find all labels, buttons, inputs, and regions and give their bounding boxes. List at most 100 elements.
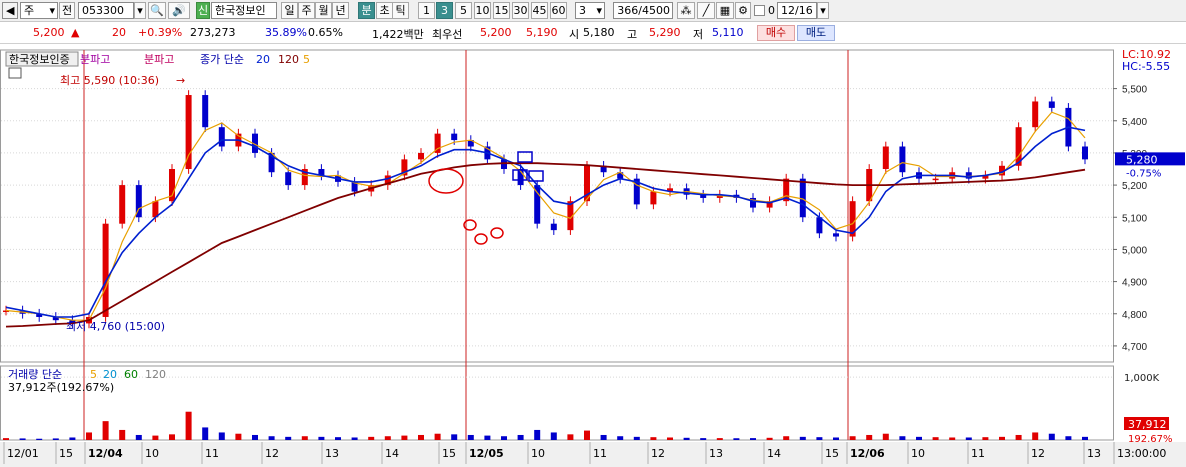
period-tab-3[interactable]: 년 xyxy=(332,2,349,19)
period-tab-0[interactable]: 일 xyxy=(281,2,298,19)
volume-bar xyxy=(19,438,26,440)
trade-volume: 273,273 xyxy=(190,26,236,39)
interval-tab-45[interactable]: 45 xyxy=(531,2,548,19)
checkbox-label: 0 xyxy=(768,4,775,17)
market-select[interactable]: 주 ▾ xyxy=(20,2,58,19)
volume-bar xyxy=(584,430,590,440)
volume-bar xyxy=(119,429,126,440)
legend-indicator-2: 분파고 xyxy=(144,53,174,66)
save-icon[interactable]: ▦ xyxy=(716,2,734,19)
priority-label: 최우선 xyxy=(432,28,463,41)
custom-interval-select[interactable]: 3 ▾ xyxy=(575,2,605,19)
volume-bar xyxy=(617,436,624,440)
volume-bar xyxy=(750,438,756,440)
drawing-tool-icon[interactable]: ╱ xyxy=(697,2,715,19)
volume-bar xyxy=(783,436,790,440)
x-axis-label: 10 xyxy=(911,447,925,460)
period-tab-2[interactable]: 월 xyxy=(315,2,332,19)
volume-bar xyxy=(600,434,607,440)
volume-bar xyxy=(550,432,557,440)
volume-bar xyxy=(152,435,159,440)
bid-price: 5,190 xyxy=(526,26,558,39)
date-input[interactable]: 12/16 xyxy=(777,2,817,19)
current-volume-label: 37,912 xyxy=(1128,418,1167,431)
interval-tab-1[interactable]: 1 xyxy=(418,2,435,19)
x-axis-label: 11 xyxy=(971,447,985,460)
prev-button[interactable]: 전 xyxy=(59,2,75,19)
sell-button[interactable]: 매도 xyxy=(797,25,835,41)
legend-indicator-1: 분파고 xyxy=(80,53,110,66)
x-axis-label: 11 xyxy=(205,447,219,460)
volume-bar xyxy=(52,438,59,440)
volume-bar xyxy=(69,437,76,440)
candle-body xyxy=(451,133,458,141)
interval-tab-10[interactable]: 10 xyxy=(474,2,491,19)
x-axis-label: 13:00:00 xyxy=(1117,447,1166,460)
volume-bar xyxy=(882,433,889,440)
volume-bar xyxy=(999,436,1005,440)
price-change-pct: +0.39% xyxy=(138,26,183,39)
date-checkbox[interactable] xyxy=(754,5,765,16)
volume-bar xyxy=(965,437,972,440)
interval-tab-30[interactable]: 30 xyxy=(512,2,529,19)
candle-body xyxy=(418,152,424,160)
volume-bar xyxy=(434,433,441,440)
x-axis-label: 13 xyxy=(325,447,339,460)
x-axis-label: 13 xyxy=(709,447,723,460)
market-select-value: 주 xyxy=(24,4,35,17)
stock-code-input[interactable]: 053300 xyxy=(78,2,134,19)
speaker-icon[interactable]: 🔊 xyxy=(168,2,190,19)
data-count-input[interactable]: 366/4500 xyxy=(613,2,673,19)
volume-bar xyxy=(501,436,507,440)
current-pct-label: -0.75% xyxy=(1126,168,1161,179)
legend-ma-label: 종가 단순 xyxy=(200,53,244,66)
calendar-dropdown-icon[interactable]: ▾ xyxy=(817,2,829,19)
low-label: 저 xyxy=(693,28,704,41)
interval-tab-60[interactable]: 60 xyxy=(550,2,567,19)
volume-bar xyxy=(517,434,524,440)
volume-bar xyxy=(567,434,574,440)
x-axis-label: 12 xyxy=(1031,447,1045,460)
legend-ma120: 120 xyxy=(278,53,299,66)
candle-body xyxy=(1048,101,1055,108)
gear-icon[interactable]: ⚙ xyxy=(735,2,751,19)
volume-bar xyxy=(683,437,690,440)
x-axis-label: 15 xyxy=(825,447,839,460)
low-marker-label: 최저 4,760 (15:00) xyxy=(66,320,165,333)
price-axis-label: 5,000 xyxy=(1122,245,1147,256)
period-tab-5[interactable]: 초 xyxy=(376,2,393,19)
buy-button[interactable]: 매수 xyxy=(757,25,795,41)
volume-bar xyxy=(252,434,258,440)
x-axis-label: 12/04 xyxy=(88,447,123,460)
interval-tab-3[interactable]: 3 xyxy=(436,2,453,19)
candle-body xyxy=(650,191,657,205)
volume-bar xyxy=(932,437,939,440)
volume-bar xyxy=(650,437,657,440)
price-change: 20 xyxy=(112,26,126,39)
volume-bar xyxy=(318,436,325,440)
new-stock-badge: 신 xyxy=(196,2,210,19)
period-tab-4[interactable]: 분 xyxy=(358,2,375,19)
chart-type-icon[interactable]: ⁂ xyxy=(677,2,695,19)
code-dropdown-icon[interactable]: ▾ xyxy=(134,2,146,19)
current-price: 5,200 xyxy=(33,26,65,39)
search-icon[interactable]: 🔍 xyxy=(148,2,166,19)
legend-ma20: 20 xyxy=(256,53,270,66)
price-chart[interactable]: 5,5005,4005,3005,2005,1005,0004,9004,800… xyxy=(0,44,1186,467)
volume-bar xyxy=(86,432,92,440)
candle-body xyxy=(833,233,839,237)
prev-stock-arrow-icon[interactable]: ◀ xyxy=(2,2,18,19)
candle-body xyxy=(285,172,292,186)
current-volume-pct: 192.67% xyxy=(1128,434,1173,445)
interval-tab-15[interactable]: 15 xyxy=(493,2,510,19)
volume-bar xyxy=(1048,433,1055,440)
period-tab-1[interactable]: 주 xyxy=(298,2,315,19)
legend-ma5: 5 xyxy=(303,53,310,66)
interval-tab-5[interactable]: 5 xyxy=(455,2,472,19)
volume-bar xyxy=(667,437,673,440)
candle-body xyxy=(102,223,109,317)
volume-bar xyxy=(301,436,308,440)
price-axis-label: 4,800 xyxy=(1122,310,1147,321)
volume-bar xyxy=(102,421,109,440)
period-tab-6[interactable]: 틱 xyxy=(392,2,409,19)
